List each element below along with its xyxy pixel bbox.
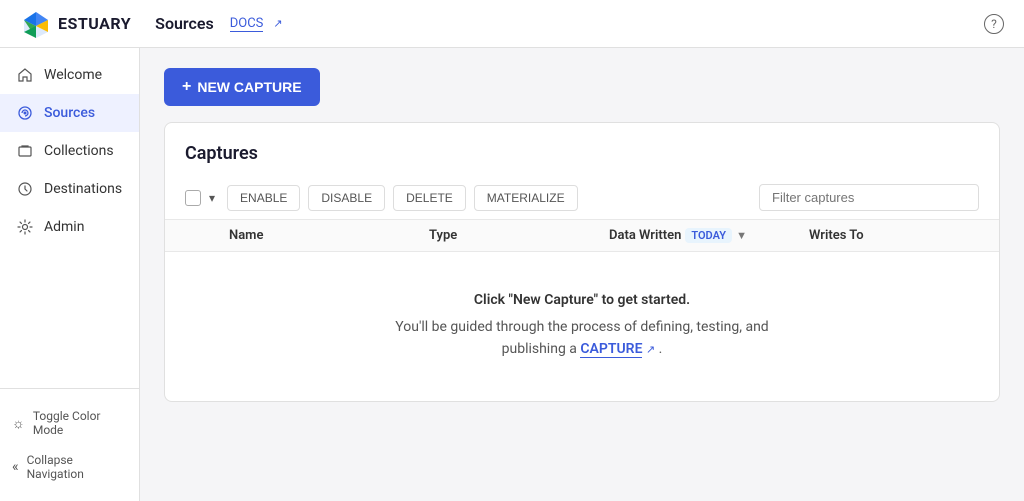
filter-captures-input[interactable] — [759, 184, 979, 211]
new-capture-label: NEW CAPTURE — [197, 79, 301, 95]
empty-state-title: Click "New Capture" to get started. — [185, 292, 979, 308]
sidebar-label-destinations: Destinations — [44, 181, 122, 197]
empty-state: Click "New Capture" to get started. You'… — [165, 252, 999, 401]
collapse-icon: « — [12, 459, 19, 475]
empty-line3: publishing a — [502, 341, 577, 357]
sidebar-item-collections[interactable]: Collections — [0, 132, 139, 170]
plus-icon: + — [182, 78, 191, 96]
empty-period: . — [659, 341, 663, 357]
checkbox-chevron-button[interactable]: ▾ — [205, 189, 219, 207]
sidebar-item-welcome[interactable]: Welcome — [0, 56, 139, 94]
col-name: Name — [229, 228, 429, 243]
external-link-icon2: ↗ — [646, 343, 655, 356]
captures-card: Captures ▾ ENABLE DISABLE DELETE MATERIA… — [164, 122, 1000, 402]
captures-title: Captures — [165, 123, 999, 176]
empty-line2: You'll be guided through the process of … — [395, 319, 768, 335]
col-checkbox — [185, 228, 229, 243]
table-header: Name Type Data Written TODAY ▼ Writes To… — [165, 220, 999, 252]
sidebar-nav: Welcome Sources — [0, 48, 139, 388]
capture-link[interactable]: CAPTURE — [580, 341, 642, 358]
header: ESTUARY Sources DOCS ↗ ? — [0, 0, 1024, 48]
logo-icon — [20, 10, 52, 38]
logo: ESTUARY — [20, 10, 131, 38]
home-icon — [16, 66, 34, 84]
help-icon[interactable]: ? — [984, 14, 1004, 34]
filter-icon[interactable]: ▼ — [736, 229, 747, 242]
header-title: Sources — [155, 14, 214, 33]
col-writes-to: Writes To — [809, 228, 1000, 243]
today-badge[interactable]: TODAY — [685, 228, 732, 243]
sidebar: Welcome Sources — [0, 48, 140, 501]
toolbar: ▾ ENABLE DISABLE DELETE MATERIALIZE — [165, 176, 999, 220]
admin-icon — [16, 218, 34, 236]
logo-text: ESTUARY — [58, 14, 131, 33]
sidebar-item-destinations[interactable]: Destinations — [0, 170, 139, 208]
sidebar-label-welcome: Welcome — [44, 67, 102, 83]
materialize-button[interactable]: MATERIALIZE — [474, 185, 578, 211]
disable-button[interactable]: DISABLE — [308, 185, 385, 211]
header-nav: Sources DOCS ↗ — [155, 14, 984, 33]
empty-state-body: You'll be guided through the process of … — [185, 316, 979, 361]
checkbox-area: ▾ — [185, 189, 219, 207]
collapse-nav-button[interactable]: « Collapse Navigation — [0, 445, 139, 489]
color-mode-icon: ☼ — [12, 415, 25, 432]
sidebar-label-sources: Sources — [44, 105, 95, 121]
sources-icon — [16, 104, 34, 122]
col-data-written: Data Written TODAY ▼ — [609, 228, 809, 243]
sidebar-item-admin[interactable]: Admin — [0, 208, 139, 246]
toggle-color-mode-button[interactable]: ☼ Toggle Color Mode — [0, 401, 139, 445]
select-all-checkbox[interactable] — [185, 190, 201, 206]
collapse-nav-label: Collapse Navigation — [27, 453, 127, 481]
col-type: Type — [429, 228, 609, 243]
enable-button[interactable]: ENABLE — [227, 185, 300, 211]
main-content: + NEW CAPTURE Captures ▾ ENABLE DISABLE … — [140, 48, 1024, 501]
sidebar-footer: ☼ Toggle Color Mode « Collapse Navigatio… — [0, 388, 139, 501]
toggle-color-label: Toggle Color Mode — [33, 409, 127, 437]
sidebar-label-admin: Admin — [44, 219, 84, 235]
sidebar-item-sources[interactable]: Sources — [0, 94, 139, 132]
docs-link[interactable]: DOCS — [230, 16, 264, 32]
destinations-icon — [16, 180, 34, 198]
filter-input-wrap — [759, 184, 979, 211]
external-link-icon: ↗ — [273, 17, 282, 30]
layout: Welcome Sources — [0, 48, 1024, 501]
collections-icon — [16, 142, 34, 160]
sidebar-label-collections: Collections — [44, 143, 114, 159]
new-capture-button[interactable]: + NEW CAPTURE — [164, 68, 320, 106]
delete-button[interactable]: DELETE — [393, 185, 466, 211]
